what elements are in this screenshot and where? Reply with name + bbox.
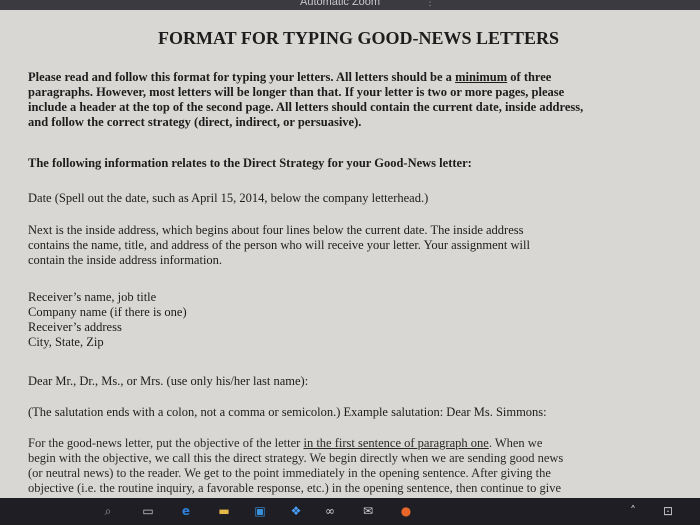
dropbox-icon[interactable]: ❖ [288, 504, 304, 518]
task-view-icon[interactable]: ▭ [140, 504, 156, 518]
network-icon[interactable]: ⊡ [660, 504, 676, 518]
pdf-toolbar: Automatic Zoom ⋮ [0, 0, 700, 10]
inside-address-paragraph: Next is the inside address, which begins… [28, 223, 530, 267]
good-news-paragraph: For the good-news letter, put the object… [28, 436, 564, 495]
zoom-menu-icon[interactable]: ⋮ [425, 0, 435, 8]
firefox-icon[interactable]: ● [398, 504, 414, 518]
taskbar: ⌕ ▭ e ▬ ▣ ❖ ∞ ✉ ● ˄ ⊡ [0, 498, 700, 525]
date-note: Date (Spell out the date, such as April … [28, 191, 429, 205]
edge-icon[interactable]: e [178, 504, 194, 518]
search-icon[interactable]: ⌕ [100, 504, 116, 518]
strategy-note: The following information relates to the… [28, 156, 472, 170]
infinity-icon[interactable]: ∞ [322, 504, 338, 518]
document-title: FORMAT FOR TYPING GOOD-NEWS LETTERS [158, 28, 560, 48]
salutation-note: (The salutation ends with a colon, not a… [28, 405, 547, 419]
salutation: Dear Mr., Dr., Ms., or Mrs. (use only hi… [28, 374, 309, 388]
zoom-select[interactable]: Automatic Zoom [300, 0, 380, 8]
store-icon[interactable]: ▣ [252, 504, 268, 518]
chevron-up-icon[interactable]: ˄ [625, 504, 641, 518]
mail-icon[interactable]: ✉ [360, 504, 376, 518]
file-explorer-icon[interactable]: ▬ [216, 504, 232, 518]
address-block: Receiver’s name, job title Company name … [28, 290, 187, 349]
document-page: FORMAT FOR TYPING GOOD-NEWS LETTERS Plea… [0, 10, 700, 498]
intro-paragraph: Please read and follow this format for t… [28, 70, 584, 129]
